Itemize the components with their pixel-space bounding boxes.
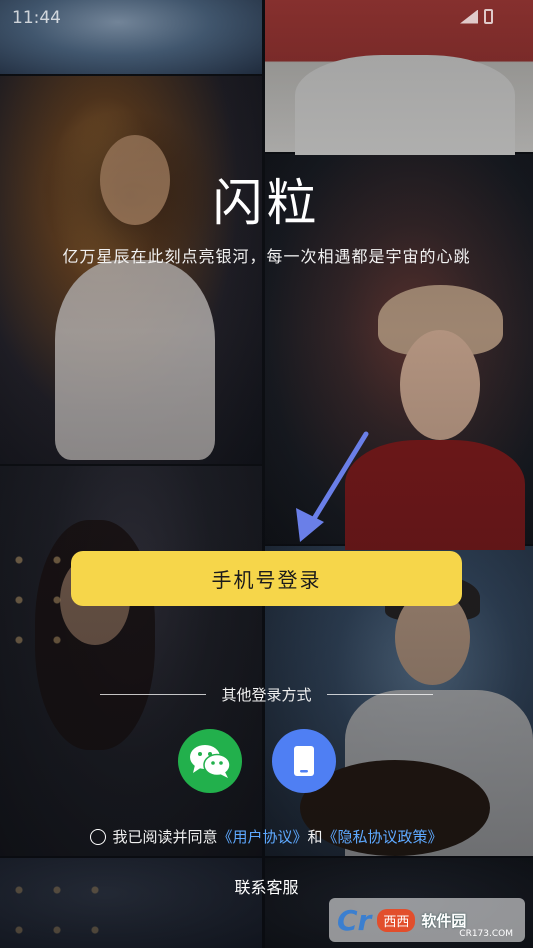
watermark-url: CR173.COM [459, 929, 513, 939]
agreement-row: 我已阅读并同意 《用户协议》 和 《隐私协议政策》 [0, 826, 533, 847]
phone-login-button[interactable]: 手机号登录 [71, 551, 462, 606]
battery-icon [484, 9, 493, 24]
other-login-label: 其他登录方式 [221, 686, 312, 704]
app-tagline: 亿万星辰在此刻点亮银河，每一次相遇都是宇宙的心跳 [62, 247, 471, 266]
wechat-icon [190, 745, 231, 778]
other-login-divider: 其他登录方式 [0, 684, 533, 705]
device-login-button[interactable] [272, 729, 336, 793]
watermark-logo: Cr 西西 软件园 CR173.COM [329, 898, 525, 942]
agreement-and: 和 [307, 828, 323, 846]
status-icons [460, 9, 493, 24]
dark-overlay [0, 0, 533, 948]
app-title: 闪粒 [212, 174, 321, 232]
phone-device-icon [294, 746, 314, 776]
agreement-prefix: 我已阅读并同意 [112, 828, 218, 846]
user-agreement-link[interactable]: 《用户协议》 [217, 826, 307, 847]
watermark-tag: 西西 [377, 908, 416, 932]
divider-line [326, 694, 433, 695]
wechat-login-button[interactable] [178, 729, 242, 793]
signal-icon [460, 9, 478, 24]
contact-support-link[interactable]: 联系客服 [0, 874, 533, 898]
pointer-arrow-icon [296, 431, 369, 542]
divider-line [100, 694, 207, 695]
status-time: 11:44 [12, 8, 61, 28]
privacy-policy-link[interactable]: 《隐私协议政策》 [323, 826, 443, 847]
background-photo-collage [0, 0, 533, 948]
agreement-checkbox[interactable] [90, 828, 107, 845]
watermark-mark: Cr [337, 903, 372, 937]
watermark-name: 软件园 [421, 911, 467, 930]
